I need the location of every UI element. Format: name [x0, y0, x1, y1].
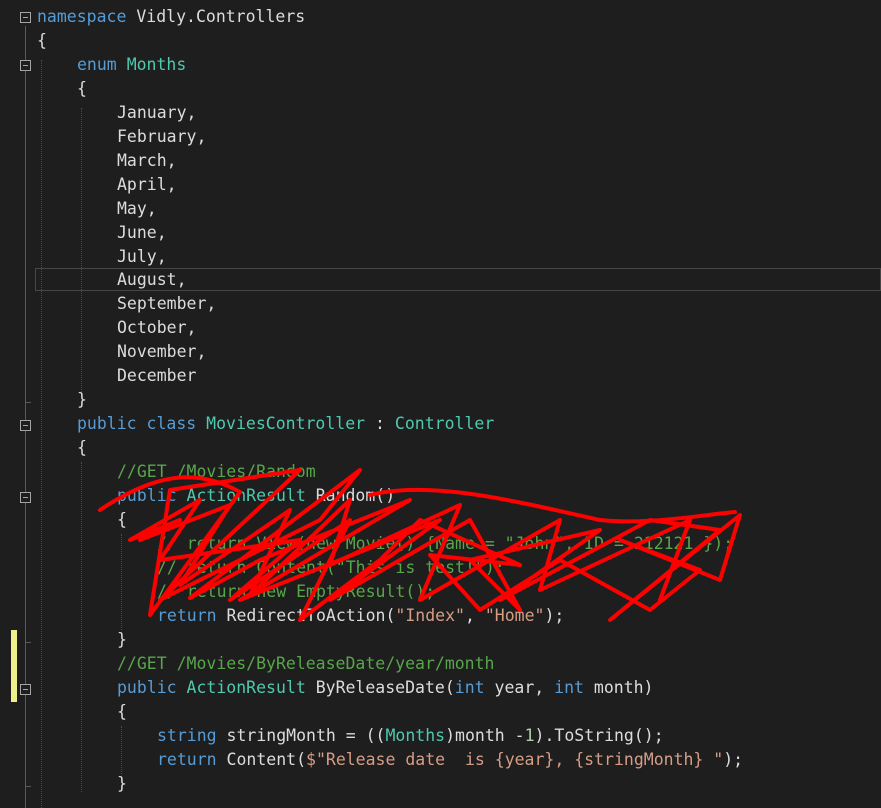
code-editor[interactable]: namespace Vidly.Controllers { enum Month…: [0, 0, 881, 808]
red-scribble-annotation: [98, 468, 742, 622]
